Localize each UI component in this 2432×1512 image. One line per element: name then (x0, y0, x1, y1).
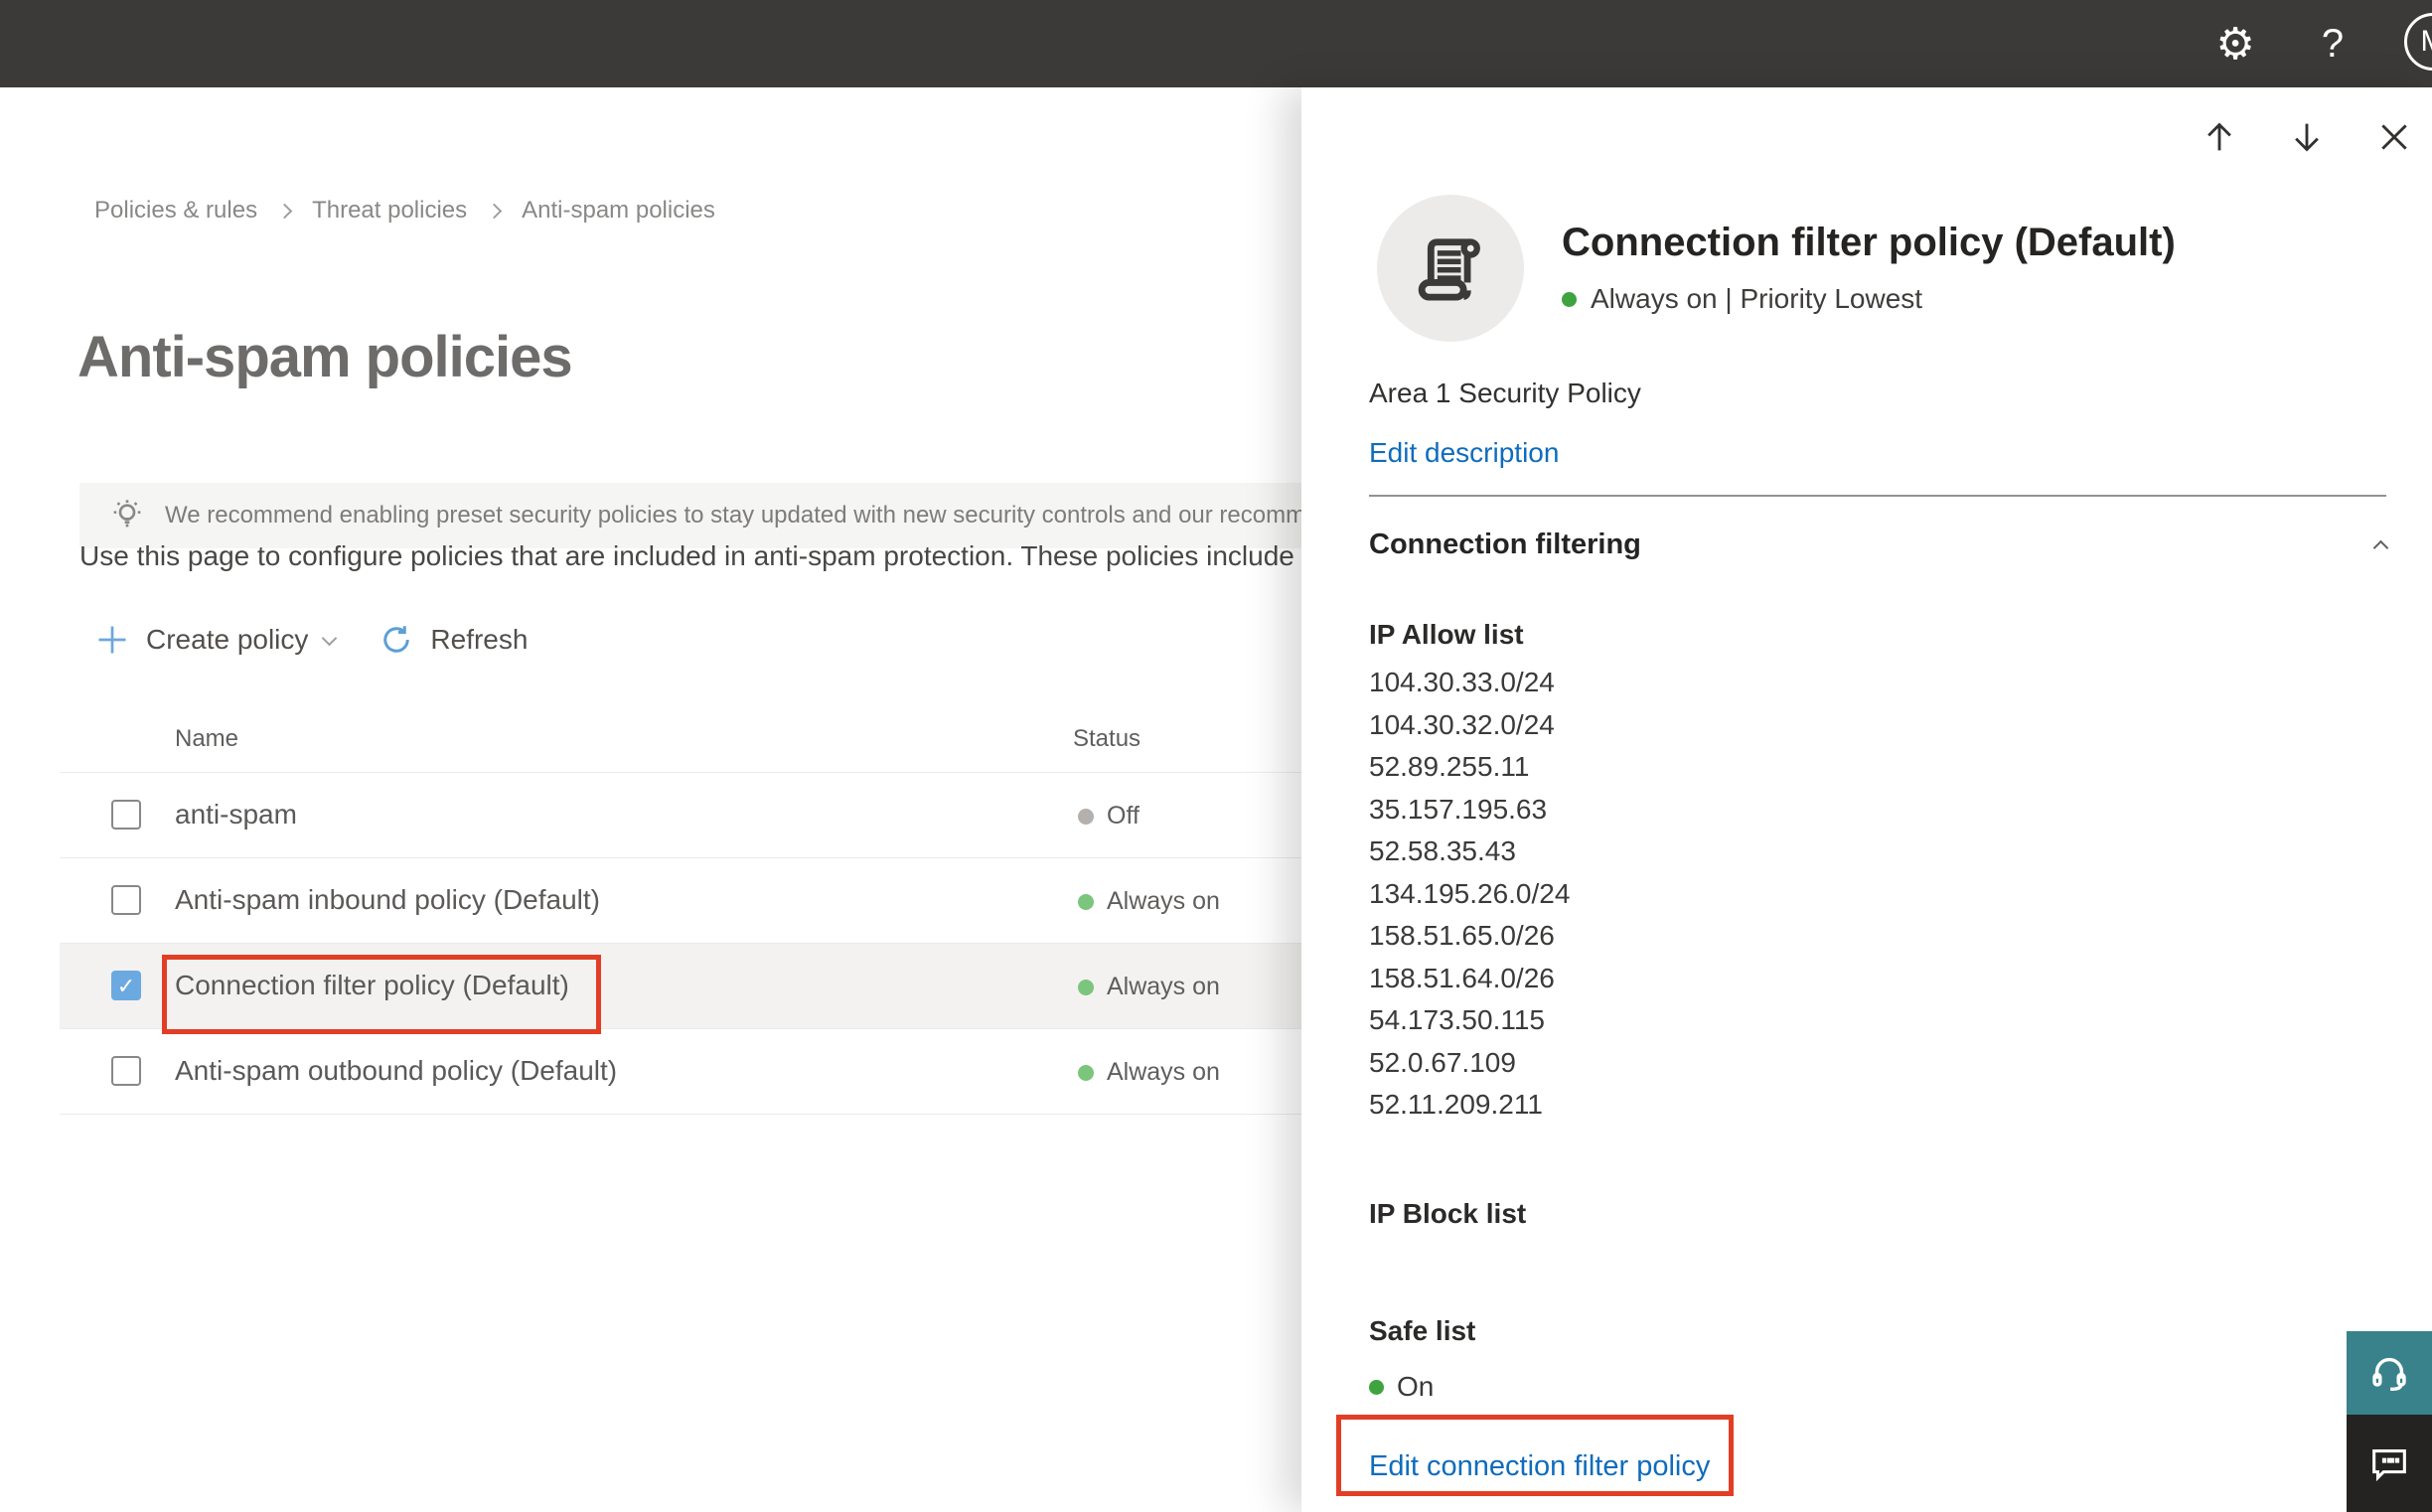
policy-name[interactable]: Anti-spam outbound policy (Default) (175, 1055, 617, 1087)
table-row[interactable]: Anti-spam inbound policy (Default) Alway… (60, 857, 1391, 944)
status-label: Always on (1107, 887, 1220, 915)
breadcrumb-threat-policies[interactable]: Threat policies (312, 197, 467, 225)
refresh-icon (379, 622, 414, 658)
create-policy-button[interactable]: Create policy (94, 622, 338, 658)
ip-address: 104.30.33.0/24 (1369, 667, 1555, 697)
status-cell: Always on (1078, 887, 1220, 916)
ip-allow-list: 104.30.33.0/24 104.30.32.0/24 52.89.255.… (1369, 662, 1570, 1127)
status-label: Off (1107, 802, 1140, 830)
status-label: Always on (1107, 973, 1220, 1000)
banner-text: We recommend enabling preset security po… (165, 502, 1319, 529)
row-checkbox[interactable] (111, 885, 141, 915)
support-headset-button[interactable] (2347, 1331, 2432, 1415)
edit-connection-filter-policy-link[interactable]: Edit connection filter policy (1369, 1450, 1710, 1483)
ip-address: 134.195.26.0/24 (1369, 877, 1571, 909)
ip-allow-list-title: IP Allow list (1369, 619, 1524, 650)
avatar[interactable]: M (2404, 13, 2432, 71)
chevron-right-icon (276, 203, 293, 219)
table-row[interactable]: anti-spam Off (60, 772, 1391, 858)
ip-address: 54.173.50.115 (1369, 1004, 1545, 1035)
next-item-arrow-down-icon[interactable] (2285, 115, 2329, 159)
help-icon[interactable]: ? (2311, 0, 2355, 87)
column-header-name[interactable]: Name (175, 725, 238, 753)
status-label: Always on (1107, 1058, 1220, 1086)
section-title: Connection filtering (1369, 529, 1641, 560)
recommendation-banner: We recommend enabling preset security po… (79, 483, 1490, 548)
status-dot (1078, 808, 1094, 825)
table-row-selected[interactable]: Connection filter policy (Default) Alway… (60, 943, 1391, 1029)
policy-name[interactable]: Anti-spam inbound policy (Default) (175, 884, 600, 916)
policy-details-panel: Connection filter policy (Default) Alway… (1301, 87, 2432, 1512)
connection-filtering-section-header[interactable]: Connection filtering (1369, 529, 2389, 561)
page-description: Use this page to configure policies that… (79, 540, 1294, 571)
main-content: Policies & rules Threat policies Anti-sp… (0, 87, 1490, 1512)
panel-header: Connection filter policy (Default) Alway… (1377, 195, 2176, 342)
status-cell: Always on (1078, 1058, 1220, 1087)
panel-title: Connection filter policy (Default) (1562, 221, 2176, 264)
ip-address: 52.0.67.109 (1369, 1046, 1516, 1078)
status-dot (1562, 291, 1577, 307)
table-header: Name Status (0, 705, 1391, 772)
page-title: Anti-spam policies (77, 325, 573, 389)
toolbar: Create policy Refresh (94, 612, 528, 668)
safe-list-title: Safe list (1369, 1315, 1476, 1346)
refresh-label: Refresh (430, 624, 529, 655)
row-checkbox[interactable] (111, 1056, 141, 1086)
chevron-down-icon (322, 630, 338, 646)
status-dot (1078, 893, 1094, 910)
column-header-status[interactable]: Status (1073, 725, 1140, 753)
status-cell: Off (1078, 802, 1140, 831)
table-row[interactable]: Anti-spam outbound policy (Default) Alwa… (60, 1028, 1391, 1115)
previous-item-arrow-up-icon[interactable] (2198, 115, 2241, 159)
policy-description: Area 1 Security Policy (1369, 378, 1641, 408)
top-bar: ⚙ ? M (0, 0, 2432, 87)
ip-address: 158.51.64.0/26 (1369, 962, 1555, 993)
row-checkbox-checked[interactable] (111, 971, 141, 1000)
breadcrumb-anti-spam-policies[interactable]: Anti-spam policies (522, 197, 715, 225)
status-cell: Always on (1078, 973, 1220, 1001)
policy-scroll-icon (1377, 195, 1524, 342)
breadcrumb: Policies & rules Threat policies Anti-sp… (94, 197, 715, 225)
ip-address: 158.51.65.0/26 (1369, 920, 1555, 951)
plus-icon (94, 622, 130, 658)
settings-icon[interactable]: ⚙ (2211, 0, 2259, 87)
ip-address: 52.11.209.211 (1369, 1089, 1543, 1120)
chevron-right-icon (486, 203, 503, 219)
panel-nav (2198, 115, 2416, 159)
edit-description-link[interactable]: Edit description (1369, 437, 1559, 469)
safe-list-status-label: On (1397, 1371, 1435, 1402)
ip-address: 35.157.195.63 (1369, 793, 1548, 825)
status-dot (1369, 1379, 1384, 1395)
safe-list-status: On (1369, 1371, 1434, 1403)
policy-name[interactable]: anti-spam (175, 799, 297, 831)
panel-status: Always on | Priority Lowest (1562, 283, 2176, 315)
chevron-up-icon[interactable] (2372, 539, 2389, 556)
ip-address: 104.30.32.0/24 (1369, 708, 1555, 740)
breadcrumb-policies-rules[interactable]: Policies & rules (94, 197, 257, 225)
status-dot (1078, 979, 1094, 995)
panel-title-block: Connection filter policy (Default) Alway… (1562, 195, 2176, 342)
ip-block-list-title: IP Block list (1369, 1198, 1527, 1229)
policy-name[interactable]: Connection filter policy (Default) (175, 970, 569, 1001)
create-policy-label: Create policy (146, 624, 309, 655)
panel-status-label: Always on | Priority Lowest (1591, 283, 1923, 314)
divider (1369, 495, 2386, 497)
close-icon[interactable] (2372, 115, 2416, 159)
status-dot (1078, 1064, 1094, 1081)
row-checkbox[interactable] (111, 800, 141, 830)
headset-icon (2366, 1350, 2412, 1396)
lightbulb-icon (107, 496, 147, 535)
table-bottom-border (60, 1114, 1391, 1115)
ip-address: 52.58.35.43 (1369, 835, 1516, 866)
refresh-button[interactable]: Refresh (379, 622, 528, 658)
ip-address: 52.89.255.11 (1369, 751, 1530, 782)
feedback-chat-button[interactable] (2347, 1415, 2432, 1512)
chat-bubble-icon (2366, 1440, 2412, 1486)
